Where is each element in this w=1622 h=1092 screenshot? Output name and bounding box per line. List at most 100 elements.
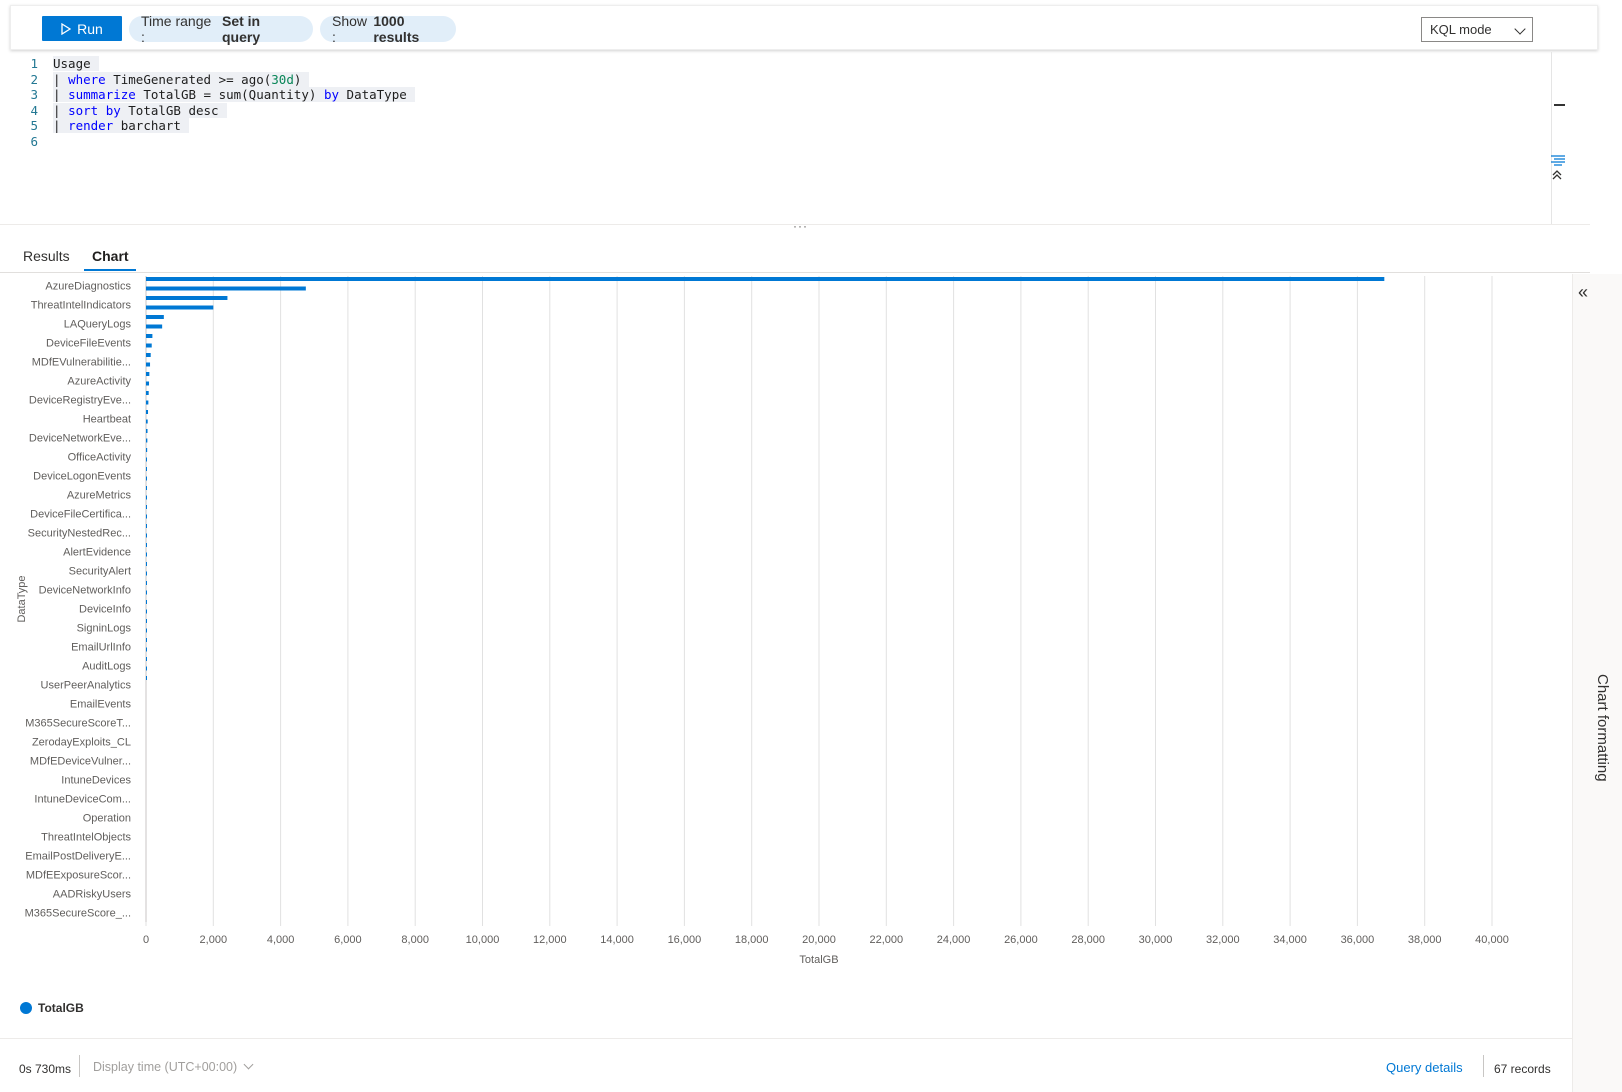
x-tick-label: 4,000: [267, 934, 295, 946]
show-value: 1000 results: [373, 13, 420, 45]
bar: [146, 429, 148, 433]
y-tick-label: UserPeerAnalytics: [41, 680, 132, 692]
y-tick-label: EmailEvents: [70, 699, 132, 711]
collapse-up-icon[interactable]: [1552, 169, 1562, 181]
tab-chart[interactable]: Chart: [92, 248, 129, 264]
y-tick-label: AzureDiagnostics: [45, 281, 131, 293]
bar: [146, 362, 151, 367]
bar: [146, 514, 147, 519]
record-count: 67 records: [1494, 1062, 1551, 1076]
code-token: |: [53, 87, 69, 102]
x-tick-label: 18,000: [735, 934, 769, 946]
code-line[interactable]: 5 | render barchart: [0, 118, 1500, 134]
run-button[interactable]: Run: [42, 16, 122, 41]
bar: [146, 571, 147, 576]
bar: [146, 609, 147, 614]
bar: [146, 495, 147, 500]
legend-marker: [20, 1002, 32, 1014]
y-tick-label: SecurityNestedRec...: [28, 528, 131, 540]
x-tick-label: 0: [143, 934, 149, 946]
code-line[interactable]: 3 | summarize TotalGB = sum(Quantity) by …: [0, 87, 1500, 103]
active-tab-indicator: [84, 269, 136, 271]
code-text: | render barchart: [53, 118, 189, 133]
bar: [146, 296, 228, 300]
wrap-icon[interactable]: [1550, 154, 1580, 180]
bar: [146, 476, 147, 481]
code-token: TotalGB desc: [120, 102, 219, 118]
bar: [146, 419, 148, 424]
x-tick-label: 12,000: [533, 934, 567, 946]
code-token: |: [53, 71, 69, 87]
display-time-dropdown[interactable]: Display time (UTC+00:00): [93, 1059, 254, 1074]
y-tick-label: AzureMetrics: [67, 490, 132, 502]
bar: [146, 666, 147, 671]
status-bar: 0s 730ms Display time (UTC+00:00) Query …: [0, 1038, 1572, 1092]
x-tick-label: 28,000: [1071, 934, 1105, 946]
bar: [146, 533, 147, 538]
y-tick-label: Operation: [83, 813, 131, 825]
bar: [146, 410, 149, 414]
divider: [79, 1055, 80, 1077]
chart-legend[interactable]: TotalGB: [20, 1001, 84, 1015]
code-token: by: [323, 87, 340, 102]
code-token: summarize: [68, 87, 136, 102]
code-line[interactable]: 6: [0, 134, 1500, 150]
code-text: Usage: [53, 56, 99, 71]
bar: [146, 628, 147, 633]
y-tick-label: MDfEExposureScor...: [26, 870, 131, 882]
bar: [146, 315, 164, 319]
bar: [146, 590, 147, 595]
chart-formatting-panel[interactable]: « Chart formatting: [1572, 274, 1622, 1092]
code-token: 30d: [271, 71, 294, 87]
line-number: 1: [30, 56, 38, 71]
editor-scrollbar[interactable]: [1551, 52, 1565, 224]
line-number: 2: [30, 71, 38, 87]
x-tick-label: 26,000: [1004, 934, 1038, 946]
bar: [146, 438, 148, 443]
x-tick-label: 8,000: [401, 934, 429, 946]
x-tick-label: 14,000: [600, 934, 634, 946]
bar: [146, 353, 151, 357]
bar: [146, 647, 147, 652]
pane-splitter[interactable]: ···: [0, 219, 1590, 233]
y-tick-label: DeviceInfo: [79, 604, 131, 616]
y-tick-label: SigninLogs: [77, 623, 132, 635]
code-token: sort by: [68, 102, 121, 118]
bar: [146, 467, 147, 471]
y-tick-label: ThreatIntelIndicators: [31, 300, 132, 312]
y-tick-label: Heartbeat: [83, 414, 131, 426]
bar: [146, 372, 150, 376]
result-limit-picker[interactable]: Show : 1000 results: [320, 13, 456, 45]
y-tick-label: MDfEVulnerabilitie...: [32, 357, 131, 369]
show-label: Show :: [332, 13, 368, 45]
bar: [146, 343, 152, 348]
x-tick-label: 32,000: [1206, 934, 1240, 946]
code-line[interactable]: 4 | sort by TotalGB desc: [0, 102, 1500, 119]
y-tick-label: DeviceLogonEvents: [33, 471, 131, 483]
time-range-picker[interactable]: Time range : Set in query: [129, 13, 313, 45]
bar: [146, 543, 147, 547]
collapse-panel-icon[interactable]: «: [1578, 282, 1588, 303]
tab-results[interactable]: Results: [23, 248, 70, 264]
chevron-down-icon: [1514, 23, 1526, 35]
y-tick-label: IntuneDevices: [61, 775, 131, 787]
time-range-label: Time range :: [141, 13, 212, 45]
line-number: 6: [30, 133, 38, 149]
chevron-down-icon: [243, 1059, 254, 1070]
bar: [146, 562, 147, 566]
mode-dropdown[interactable]: KQL mode: [1421, 17, 1533, 42]
code-line[interactable]: 2 | where TimeGenerated >= ago(30d): [0, 71, 1500, 88]
y-tick-label: LAQueryLogs: [64, 319, 132, 331]
y-tick-label: SecurityAlert: [69, 566, 131, 578]
code-text: | summarize TotalGB = sum(Quantity) by D…: [53, 87, 415, 102]
bar: [146, 552, 147, 557]
x-tick-label: 40,000: [1475, 934, 1509, 946]
y-tick-label: IntuneDeviceCom...: [34, 794, 131, 806]
query-editor[interactable]: 1 Usage 2 | where TimeGenerated >= ago(30d)…: [0, 52, 1590, 224]
y-tick-label: MDfEDeviceVulner...: [30, 756, 131, 768]
y-tick-label: DeviceNetworkEve...: [29, 433, 131, 445]
code-line[interactable]: 1 Usage: [0, 56, 1500, 72]
code-token: |: [53, 118, 69, 133]
query-details-link[interactable]: Query details: [1386, 1060, 1463, 1075]
bar: [146, 381, 150, 386]
